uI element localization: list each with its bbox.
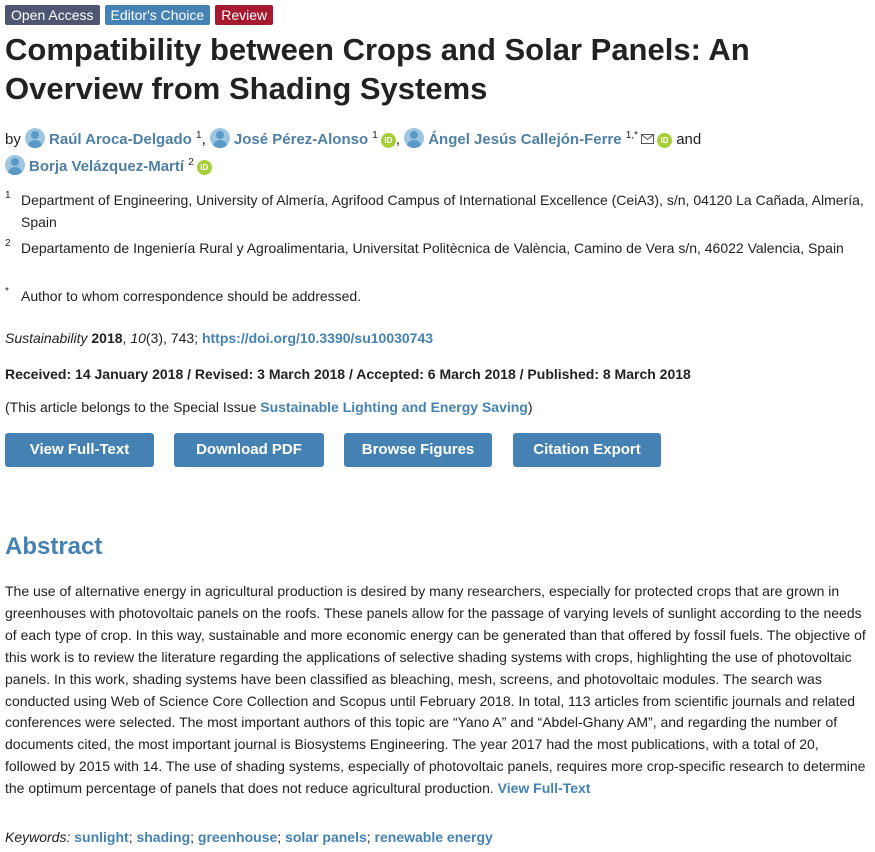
orcid-icon[interactable]: iD <box>657 133 673 148</box>
keyword-link[interactable]: sunlight <box>74 829 128 845</box>
author-link-4[interactable]: Borja Velázquez-Martí <box>29 158 184 175</box>
author-affil-3: 1,* <box>625 130 639 141</box>
article-title: Compatibility between Crops and Solar Pa… <box>5 32 750 106</box>
abstract-heading: Abstract <box>5 533 103 560</box>
keyword-link[interactable]: renewable energy <box>375 829 493 845</box>
journal-name: Sustainability <box>5 330 88 346</box>
special-issue-note: (This article belongs to the Special Iss… <box>5 399 533 415</box>
author-list: by Raúl Aroca-Delgado 1, José Pérez-Alon… <box>5 128 702 175</box>
keywords-label: Keywords: <box>5 829 71 845</box>
author-link-3[interactable]: Ángel Jesús Callejón-Ferre <box>428 131 621 148</box>
affiliation-corresponding: * Author to whom correspondence should b… <box>5 285 865 307</box>
author-avatar-icon <box>25 128 46 148</box>
author-avatar-icon <box>209 128 230 148</box>
abstract-body: The use of alternative energy in agricul… <box>5 583 866 797</box>
keyword-link[interactable]: solar panels <box>285 829 367 845</box>
abstract-text: The use of alternative energy in agricul… <box>5 581 867 800</box>
affiliation-text: Departamento de Ingeniería Rural y Agroa… <box>21 240 844 256</box>
affiliation-2: 2 Departamento de Ingeniería Rural y Agr… <box>5 237 865 259</box>
view-full-text-button[interactable]: View Full-Text <box>5 433 154 467</box>
review-badge: Review <box>215 5 274 25</box>
affiliation-number: 2 <box>5 238 11 249</box>
and-label: and <box>676 131 702 148</box>
author-avatar-icon <box>404 128 425 148</box>
author-affil-2: 1 <box>372 130 378 141</box>
citation-export-button[interactable]: Citation Export <box>513 433 661 467</box>
publication-dates: Received: 14 January 2018 / Revised: 3 M… <box>5 366 691 382</box>
author-affil-1: 1 <box>196 130 202 141</box>
keyword-link[interactable]: shading <box>136 829 190 845</box>
browse-figures-button[interactable]: Browse Figures <box>344 433 492 467</box>
by-label: by <box>5 131 21 148</box>
citation-year: 2018 <box>91 330 123 346</box>
citation-volume: 10 <box>130 330 146 346</box>
keyword-link[interactable]: greenhouse <box>198 829 277 845</box>
affiliation-number: * <box>5 286 9 297</box>
doi-link[interactable]: https://doi.org/10.3390/su10030743 <box>202 330 433 346</box>
special-issue-link[interactable]: Sustainable Lighting and Energy Saving <box>260 399 528 415</box>
author-affil-4: 2 <box>188 157 194 168</box>
affiliation-text: Department of Engineering, University of… <box>21 192 864 230</box>
special-issue-prefix: (This article belongs to the Special Iss… <box>5 399 261 415</box>
affiliation-1: 1 Department of Engineering, University … <box>5 189 865 233</box>
article-badges: Open Access Editor's Choice Review <box>5 5 274 25</box>
affiliation-number: 1 <box>5 190 11 201</box>
affiliation-text: Author to whom correspondence should be … <box>21 288 362 304</box>
author-avatar-icon <box>5 155 25 175</box>
editors-choice-badge[interactable]: Editor's Choice <box>104 5 211 25</box>
special-issue-suffix: ) <box>527 399 533 415</box>
orcid-icon[interactable]: iD <box>380 133 396 148</box>
citation-line: Sustainability 2018, 10(3), 743; https:/… <box>5 330 434 346</box>
citation-issue-pages: (3), 743; <box>145 330 199 346</box>
author-link-1[interactable]: Raúl Aroca-Delgado <box>49 131 192 148</box>
orcid-icon[interactable]: iD <box>196 160 212 175</box>
author-link-2[interactable]: José Pérez-Alonso <box>234 131 368 148</box>
keywords-line: Keywords: sunlight; shading; greenhouse;… <box>5 829 493 845</box>
open-access-badge: Open Access <box>5 5 100 25</box>
download-pdf-button[interactable]: Download PDF <box>174 433 324 467</box>
abstract-full-text-link[interactable]: View Full-Text <box>498 780 591 796</box>
mail-icon[interactable] <box>641 134 655 144</box>
